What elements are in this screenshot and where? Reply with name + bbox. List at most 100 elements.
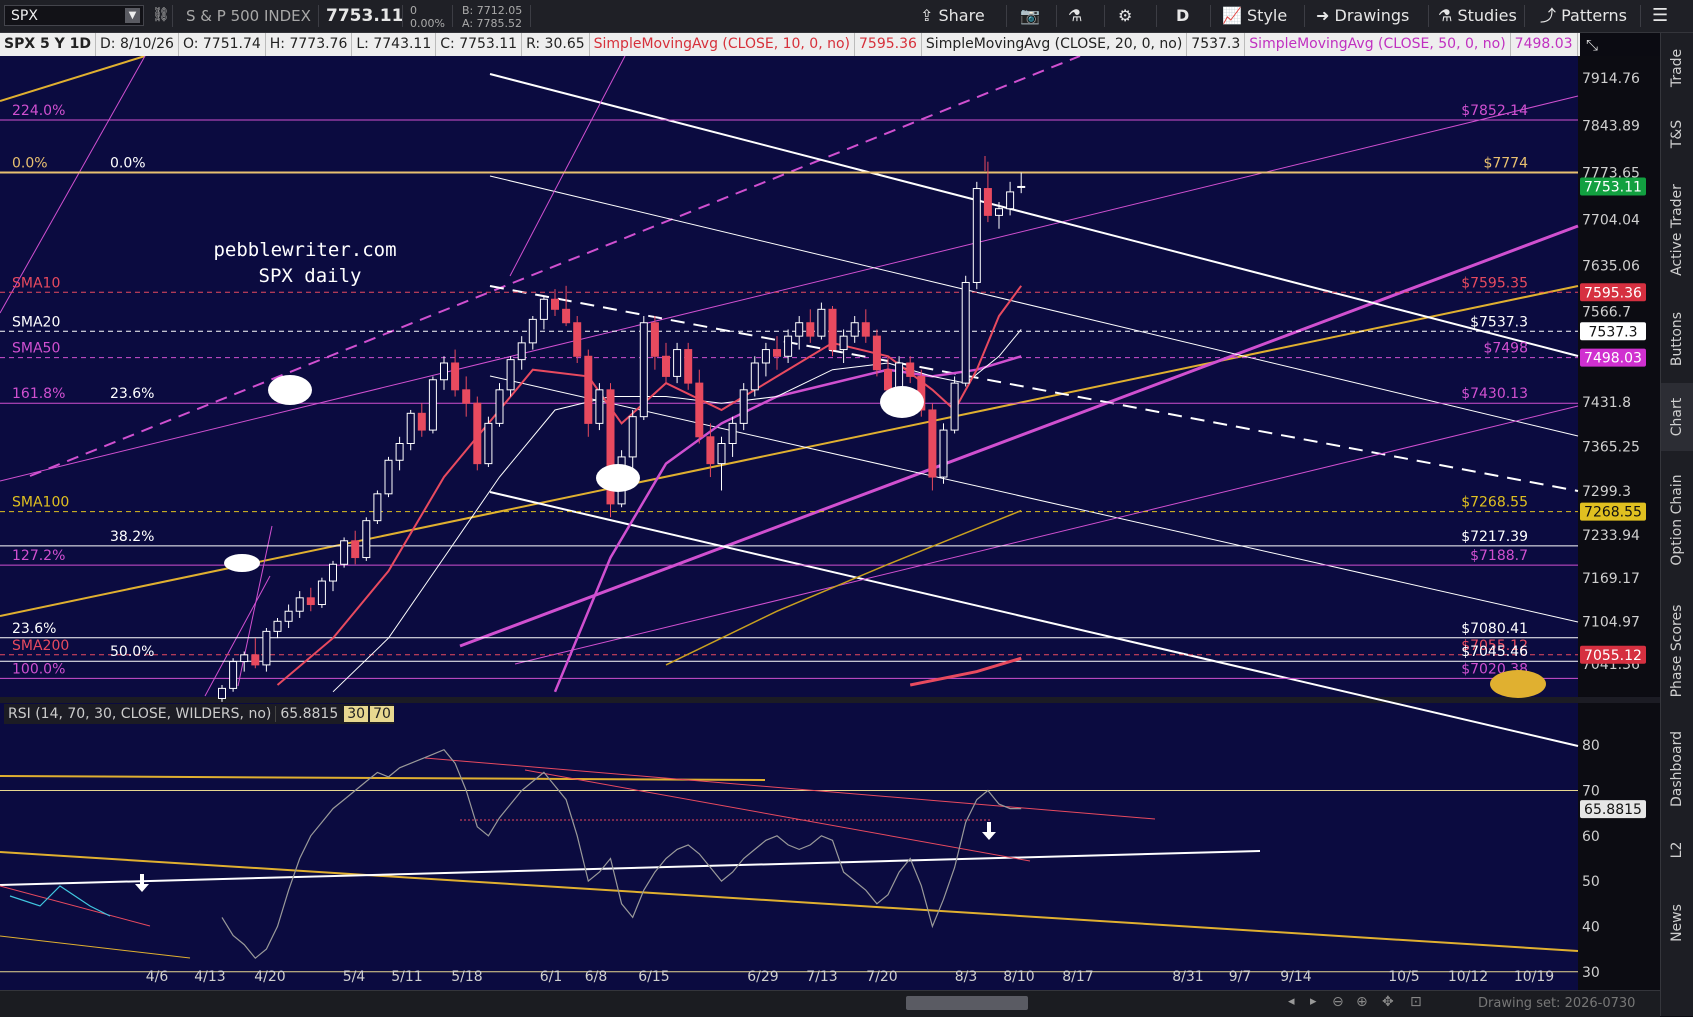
candle-up: [528, 318, 537, 344]
aggregation-period-button[interactable]: D: [1176, 4, 1189, 28]
candle-down: [662, 355, 670, 377]
candle-up: [428, 379, 437, 431]
price-tick-label: 7169.17: [1582, 571, 1640, 587]
share-button[interactable]: ⇪ Share: [920, 4, 985, 28]
scroll-right-icon[interactable]: ▸: [1310, 994, 1317, 1009]
date-tick-label: 5/4: [343, 969, 366, 985]
ask-price: A: 7785.52: [462, 17, 523, 30]
sma20-legend[interactable]: SimpleMovingAvg (CLOSE, 20, 0, no): [922, 33, 1188, 56]
candle-down: [584, 355, 593, 424]
zoom-out-icon[interactable]: ⊖: [1332, 994, 1344, 1010]
level-left-label: SMA50: [12, 341, 60, 357]
fib-mid-label: 23.6%: [110, 386, 154, 402]
rsi-legend[interactable]: RSI (14, 70, 30, CLOSE, WILDERS, no) 65.8…: [4, 704, 394, 724]
candle-up: [717, 443, 726, 465]
sma10-legend[interactable]: SimpleMovingAvg (CLOSE, 10, 0, no): [590, 33, 856, 56]
level-left-label: SMA20: [12, 314, 60, 330]
rsi-tick-label: 50: [1582, 874, 1600, 890]
candle-down: [451, 362, 460, 391]
sidebar-tab-news[interactable]: News: [1661, 875, 1693, 970]
price-chart[interactable]: 224.0% $7852.14 0.0% 0.0% $7774 SMA10 $7595.35…: [0, 56, 1660, 1014]
patterns-button[interactable]: ⤴ Patterns: [1540, 4, 1627, 28]
right-sidebar: Trade T&S Active Trader Buttons Chart Option …: [1660, 33, 1693, 1016]
bar-close: C: 7753.11: [436, 33, 523, 56]
menu-icon[interactable]: ☰: [1652, 4, 1668, 28]
sidebar-tab-chart[interactable]: Chart: [1661, 383, 1693, 451]
candle-up: [329, 563, 337, 582]
sidebar-tab-option-chain[interactable]: Option Chain: [1661, 451, 1693, 589]
price-tick-label: 7635.06: [1582, 259, 1640, 275]
top-toolbar: SPX ▼ ⛓ S & P 500 INDEX 7753.11 0 0.00% …: [0, 0, 1693, 33]
collapse-icon[interactable]: ⤡: [1582, 36, 1602, 54]
candle-down: [650, 322, 659, 357]
zoom-in-icon[interactable]: ⊕: [1356, 994, 1368, 1010]
candle-up: [484, 422, 493, 465]
price-badge-label: 7537.3: [1589, 324, 1638, 340]
style-button[interactable]: 📈 Style: [1222, 4, 1287, 28]
bar-date: D: 8/10/26: [96, 33, 179, 56]
candle-up: [406, 412, 415, 445]
date-tick-label: 8/3: [955, 969, 978, 985]
price-tick-label: 7233.94: [1582, 528, 1640, 544]
patterns-icon: ⤴: [1540, 6, 1557, 25]
scroll-left-icon[interactable]: ◂: [1288, 994, 1295, 1009]
drawings-button[interactable]: ➜ Drawings: [1316, 4, 1409, 28]
rsi-tick-label: 70: [1582, 784, 1600, 800]
symbol-input[interactable]: SPX ▼: [4, 5, 144, 26]
level-left-label: 0.0%: [12, 155, 48, 171]
sma50-legend[interactable]: SimpleMovingAvg (CLOSE, 50, 0, no): [1245, 33, 1511, 56]
date-tick-label: 4/20: [254, 969, 285, 985]
date-tick-label: 7/13: [806, 969, 837, 985]
scroll-thumb[interactable]: [906, 996, 1028, 1010]
rsi-tick-label: 60: [1582, 829, 1600, 845]
chart-legend-bar: SPX 5 Y 1D D: 8/10/26 O: 7751.74 H: 7773.76…: [0, 33, 1580, 56]
candle-down: [872, 335, 881, 371]
level-left-label: SMA100: [12, 495, 69, 511]
sidebar-tab-t-s[interactable]: T&S: [1661, 103, 1693, 165]
price-axis-bg: [1578, 56, 1660, 696]
candle-down: [551, 298, 559, 310]
level-left-label: SMA200: [12, 638, 69, 654]
rsi-tick-label: 40: [1582, 919, 1600, 935]
sma50-legend-value: 7498.03: [1511, 33, 1578, 56]
candle-down: [828, 308, 837, 351]
candle-up: [761, 349, 770, 364]
highlight-oval: [1490, 670, 1546, 698]
symbol-dropdown-icon[interactable]: ▼: [125, 8, 140, 23]
level-left-label: 161.8%: [12, 386, 65, 402]
sidebar-tab-phase-scores[interactable]: Phase Scores: [1661, 589, 1693, 713]
candle-up: [295, 597, 304, 612]
bar-high: H: 7773.76: [266, 33, 353, 56]
studies-button[interactable]: ⚗ Studies: [1438, 4, 1517, 28]
candle-up: [795, 322, 804, 337]
fib-mid-label: 38.2%: [110, 529, 154, 545]
candle-down: [684, 349, 693, 384]
candle-up: [273, 620, 282, 632]
level-left-label: 127.2%: [12, 548, 65, 564]
candle-up: [817, 308, 826, 337]
date-tick-label: 10/5: [1388, 969, 1419, 985]
date-tick-label: 8/31: [1172, 969, 1203, 985]
date-tick-label: 8/17: [1062, 969, 1093, 985]
watermark-site: pebblewriter.com: [213, 239, 396, 261]
flask-icon[interactable]: ⚗: [1068, 4, 1082, 28]
date-tick-label: 9/14: [1280, 969, 1312, 985]
candle-down: [473, 402, 482, 465]
link-icon[interactable]: ⛓: [152, 7, 170, 25]
price-tick-label: 7365.25: [1582, 440, 1640, 456]
camera-icon[interactable]: 📷: [1020, 4, 1040, 28]
candle-up: [1017, 185, 1026, 188]
crosshair-icon[interactable]: ✥: [1382, 994, 1394, 1010]
date-tick-label: 6/29: [747, 969, 778, 985]
sidebar-tab-label: News: [1669, 903, 1685, 942]
gear-icon[interactable]: ⚙: [1118, 4, 1132, 28]
candle-down: [906, 362, 915, 377]
price-tick-label: 7431.8: [1582, 395, 1631, 411]
price-badge-label: 7498.03: [1584, 351, 1642, 367]
candle-down: [695, 382, 704, 438]
panel-divider[interactable]: [0, 697, 1660, 703]
bar-range: R: 30.65: [522, 33, 590, 56]
fit-icon[interactable]: ⊡: [1410, 994, 1422, 1010]
drawings-icon: ➜: [1316, 6, 1330, 25]
drawing-set-label[interactable]: Drawing set: 2026-0730: [1478, 996, 1635, 1011]
